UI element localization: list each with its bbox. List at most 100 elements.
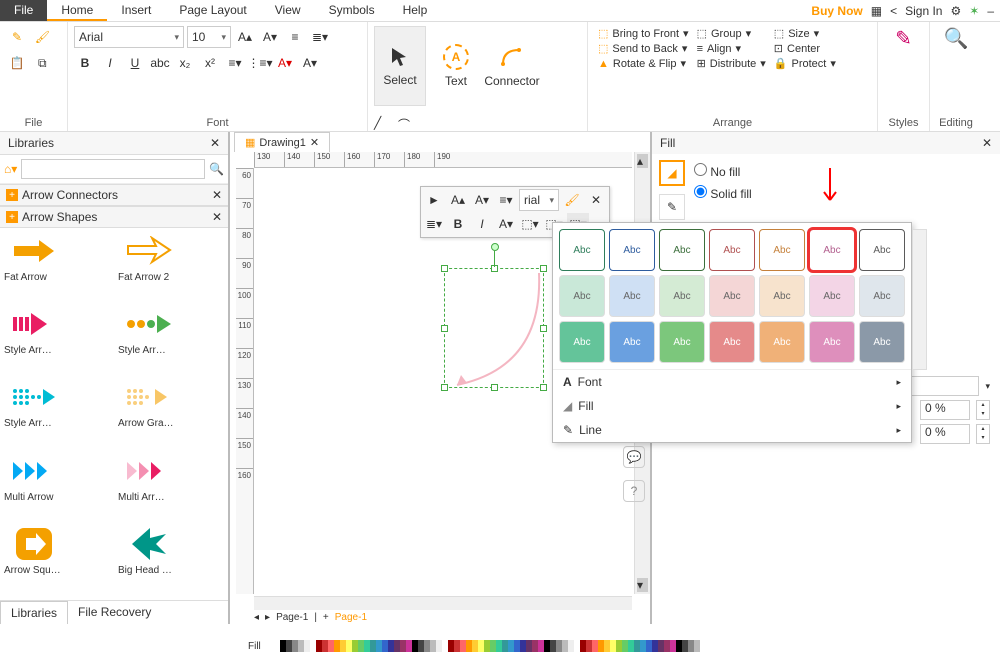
gear-icon[interactable]: ⚙	[950, 4, 961, 18]
lib-home-icon[interactable]: ⌂▾	[4, 162, 17, 176]
fill-tool-icon[interactable]: ◢	[659, 160, 685, 186]
tab-page-layout[interactable]: Page Layout	[165, 0, 260, 21]
format-painter-icon[interactable]: ✎	[6, 26, 28, 48]
comment-icon[interactable]: 💬	[623, 446, 645, 468]
styles-icon[interactable]: ✎	[895, 26, 912, 51]
style-swatch[interactable]: Abc	[809, 229, 855, 271]
superscript-button[interactable]: x²	[199, 52, 221, 74]
style-swatch[interactable]: Abc	[659, 321, 705, 363]
shape-multi-arrow-1[interactable]: Multi Arrow	[4, 452, 110, 523]
sign-in-link[interactable]: Sign In	[905, 4, 942, 18]
fill-panel-close-icon[interactable]: ✕	[982, 136, 992, 150]
font-name-combo[interactable]: Arial▾	[74, 26, 184, 48]
line-spacing-icon[interactable]: ≡	[284, 26, 306, 48]
tab-insert[interactable]: Insert	[107, 0, 165, 21]
center-button[interactable]: ⊡Center	[770, 41, 840, 56]
gallery-font-menu[interactable]: AFont▸	[553, 370, 911, 394]
document-tab[interactable]: ▦Drawing1✕	[234, 132, 330, 152]
transparency-1-input[interactable]: 0 %	[920, 400, 970, 420]
mini-align-icon[interactable]: ≣▾	[423, 213, 445, 235]
style-swatch[interactable]: Abc	[659, 229, 705, 271]
transparency-2-input[interactable]: 0 %	[920, 424, 970, 444]
numbering-button[interactable]: ⋮≡▾	[249, 52, 271, 74]
shape-multi-arrow-2[interactable]: Multi Arr…	[118, 452, 224, 523]
distribute-button[interactable]: ⊞Distribute▾	[693, 56, 770, 71]
category-arrow-shapes[interactable]: +Arrow Shapes✕	[0, 206, 228, 228]
tab-symbols[interactable]: Symbols	[315, 0, 389, 21]
file-menu[interactable]: File	[0, 0, 47, 21]
solid-fill-radio[interactable]: Solid fill	[694, 182, 752, 204]
font-size-combo[interactable]: 10▾	[187, 26, 231, 48]
bold-button[interactable]: B	[74, 52, 96, 74]
tab-libraries[interactable]: Libraries	[0, 601, 68, 624]
style-swatch[interactable]: Abc	[609, 275, 655, 317]
gallery-line-menu[interactable]: ✎Line▸	[553, 418, 911, 442]
italic-button[interactable]: I	[99, 52, 121, 74]
size-button[interactable]: ⬚Size▾	[770, 26, 840, 41]
mini-italic-icon[interactable]: I	[471, 213, 493, 235]
style-swatch[interactable]: Abc	[609, 229, 655, 271]
style-swatch[interactable]: Abc	[859, 321, 905, 363]
group-label-styles[interactable]: Styles	[884, 115, 923, 129]
group-button[interactable]: ⬚Group▾	[693, 26, 770, 41]
transparency-2-spinner[interactable]: ▴▾	[976, 424, 990, 444]
connector-tool[interactable]: Connector	[486, 26, 538, 106]
bring-to-front-button[interactable]: ⬚Bring to Front▾	[594, 26, 693, 41]
mini-color-icon[interactable]: A▾	[495, 213, 517, 235]
style-swatch[interactable]: Abc	[709, 321, 755, 363]
group-label-editing[interactable]: Editing	[936, 115, 976, 129]
shrink-font-icon[interactable]: A▾	[259, 26, 281, 48]
shape-style-arrow-1[interactable]: Style Arr…	[4, 305, 110, 376]
mini-font-combo[interactable]: rial▾	[519, 189, 559, 211]
mini-painter-icon[interactable]: 🖌	[561, 189, 583, 211]
editing-icon[interactable]: 🔍	[944, 26, 969, 51]
shape-arrow-gradient[interactable]: Arrow Gra…	[118, 378, 224, 449]
gallery-fill-menu[interactable]: ◢Fill▸	[553, 394, 911, 418]
text-tool[interactable]: A Text	[430, 26, 482, 106]
tab-help[interactable]: Help	[389, 0, 442, 21]
mini-lines-icon[interactable]: ≡▾	[495, 189, 517, 211]
doc-tab-close-icon[interactable]: ✕	[310, 136, 319, 149]
mini-shrink-font-icon[interactable]: A▾	[471, 189, 493, 211]
style-swatch[interactable]: Abc	[759, 321, 805, 363]
selected-shape[interactable]	[444, 268, 544, 388]
tab-home[interactable]: Home	[47, 0, 107, 21]
style-swatch[interactable]: Abc	[709, 229, 755, 271]
color-strip[interactable]	[280, 640, 700, 652]
rotate-flip-button[interactable]: ▲Rotate & Flip▾	[594, 56, 693, 71]
buy-now-link[interactable]: Buy Now	[811, 4, 862, 18]
font-color-button[interactable]: A▾	[299, 52, 321, 74]
mini-grow-font-icon[interactable]: A▴	[447, 189, 469, 211]
page-prev-icon[interactable]: ◂	[254, 612, 259, 623]
help-icon[interactable]: ?	[623, 480, 645, 502]
save-icon[interactable]: ▦	[871, 4, 882, 18]
highlight-button[interactable]: A▾	[274, 52, 296, 74]
style-swatch[interactable]: Abc	[809, 321, 855, 363]
shape-big-head[interactable]: Big Head …	[118, 525, 224, 596]
page-tab-1b[interactable]: Page-1	[335, 612, 367, 623]
share-icon[interactable]: <	[890, 4, 897, 18]
select-tool[interactable]: Select	[374, 26, 426, 106]
window-controls[interactable]: –	[987, 4, 994, 18]
style-swatch[interactable]: Abc	[559, 275, 605, 317]
page-tab-1[interactable]: Page-1	[276, 612, 308, 623]
style-swatch[interactable]: Abc	[759, 275, 805, 317]
shape-fat-arrow[interactable]: Fat Arrow	[4, 232, 110, 303]
style-swatch[interactable]: Abc	[559, 321, 605, 363]
gallery-scrollbar[interactable]	[912, 229, 927, 370]
tab-view[interactable]: View	[261, 0, 315, 21]
style-swatch[interactable]: Abc	[759, 229, 805, 271]
transparency-1-spinner[interactable]: ▴▾	[976, 400, 990, 420]
page-next-icon[interactable]: ▸	[265, 612, 270, 623]
horizontal-scrollbar[interactable]	[254, 596, 632, 610]
library-search-input[interactable]	[21, 159, 205, 179]
search-icon[interactable]: 🔍	[209, 162, 224, 176]
style-swatch[interactable]: Abc	[859, 275, 905, 317]
style-swatch[interactable]: Abc	[609, 321, 655, 363]
protect-button[interactable]: 🔒Protect▾	[770, 56, 840, 71]
align-text-icon[interactable]: ≣▾	[309, 26, 331, 48]
grow-font-icon[interactable]: A▴	[234, 26, 256, 48]
libraries-close-icon[interactable]: ✕	[210, 136, 220, 150]
shape-fat-arrow-2[interactable]: Fat Arrow 2	[118, 232, 224, 303]
line-shape-icon[interactable]: ╱	[374, 116, 394, 133]
